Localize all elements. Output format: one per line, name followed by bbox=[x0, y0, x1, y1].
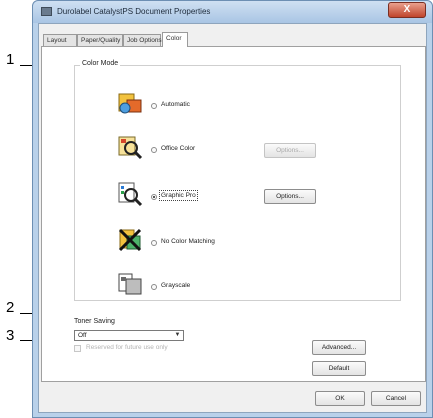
radio-no-color-matching[interactable] bbox=[151, 240, 157, 246]
tab-color[interactable]: Color bbox=[162, 32, 188, 47]
callout-number-3: 3 bbox=[6, 327, 15, 344]
window-title: Durolabel CatalystPS Document Properties bbox=[57, 7, 211, 16]
graphic-pro-icon bbox=[118, 182, 143, 207]
disabled-checkbox[interactable] bbox=[74, 345, 81, 352]
graphic-pro-options-button[interactable]: Options... bbox=[264, 189, 316, 204]
callout-number-1: 1 bbox=[6, 51, 15, 68]
toner-saving-label: Toner Saving bbox=[74, 318, 115, 325]
tab-paper-quality[interactable]: Paper/Quality bbox=[77, 34, 123, 46]
radio-graphic-pro[interactable] bbox=[151, 194, 157, 200]
printer-icon bbox=[41, 7, 52, 16]
option-no-color-matching-label: No Color Matching bbox=[161, 238, 215, 245]
no-color-matching-icon bbox=[118, 228, 142, 252]
properties-window: Durolabel CatalystPS Document Properties… bbox=[32, 0, 433, 418]
radio-automatic[interactable] bbox=[151, 103, 157, 109]
tab-layout[interactable]: Layout bbox=[43, 34, 77, 46]
ok-button[interactable]: OK bbox=[315, 391, 365, 406]
color-mode-label: Color Mode bbox=[80, 60, 121, 67]
cancel-button[interactable]: Cancel bbox=[371, 391, 421, 406]
office-color-icon bbox=[118, 136, 143, 160]
default-button[interactable]: Default bbox=[312, 361, 366, 376]
auto-color-icon bbox=[118, 93, 142, 114]
radio-grayscale[interactable] bbox=[151, 284, 157, 290]
tab-job-options[interactable]: Job Options bbox=[123, 34, 162, 46]
title-bar[interactable]: Durolabel CatalystPS Document Properties… bbox=[33, 1, 432, 23]
dialog-client: Layout Paper/Quality Job Options Color C… bbox=[38, 23, 427, 413]
toner-saving-value: Off bbox=[78, 332, 87, 339]
toner-saving-select[interactable]: Off ▼ bbox=[74, 330, 184, 341]
option-automatic-label: Automatic bbox=[161, 101, 190, 108]
chevron-down-icon[interactable]: ▼ bbox=[172, 331, 183, 340]
callout-number-2: 2 bbox=[6, 299, 15, 316]
option-graphic-pro-label: Graphic Pro bbox=[159, 190, 198, 201]
grayscale-icon bbox=[118, 273, 142, 295]
option-office-color-label: Office Color bbox=[161, 145, 196, 152]
color-tab-panel: Color Mode Automatic Office Color Option… bbox=[41, 46, 426, 382]
office-color-options-button[interactable]: Options... bbox=[264, 143, 316, 158]
radio-office-color[interactable] bbox=[151, 147, 157, 153]
advanced-button[interactable]: Advanced... bbox=[312, 340, 366, 355]
option-grayscale-label: Grayscale bbox=[161, 282, 191, 289]
disabled-checkbox-label: Reserved for future use only bbox=[86, 344, 168, 351]
close-button[interactable]: X bbox=[388, 2, 426, 18]
